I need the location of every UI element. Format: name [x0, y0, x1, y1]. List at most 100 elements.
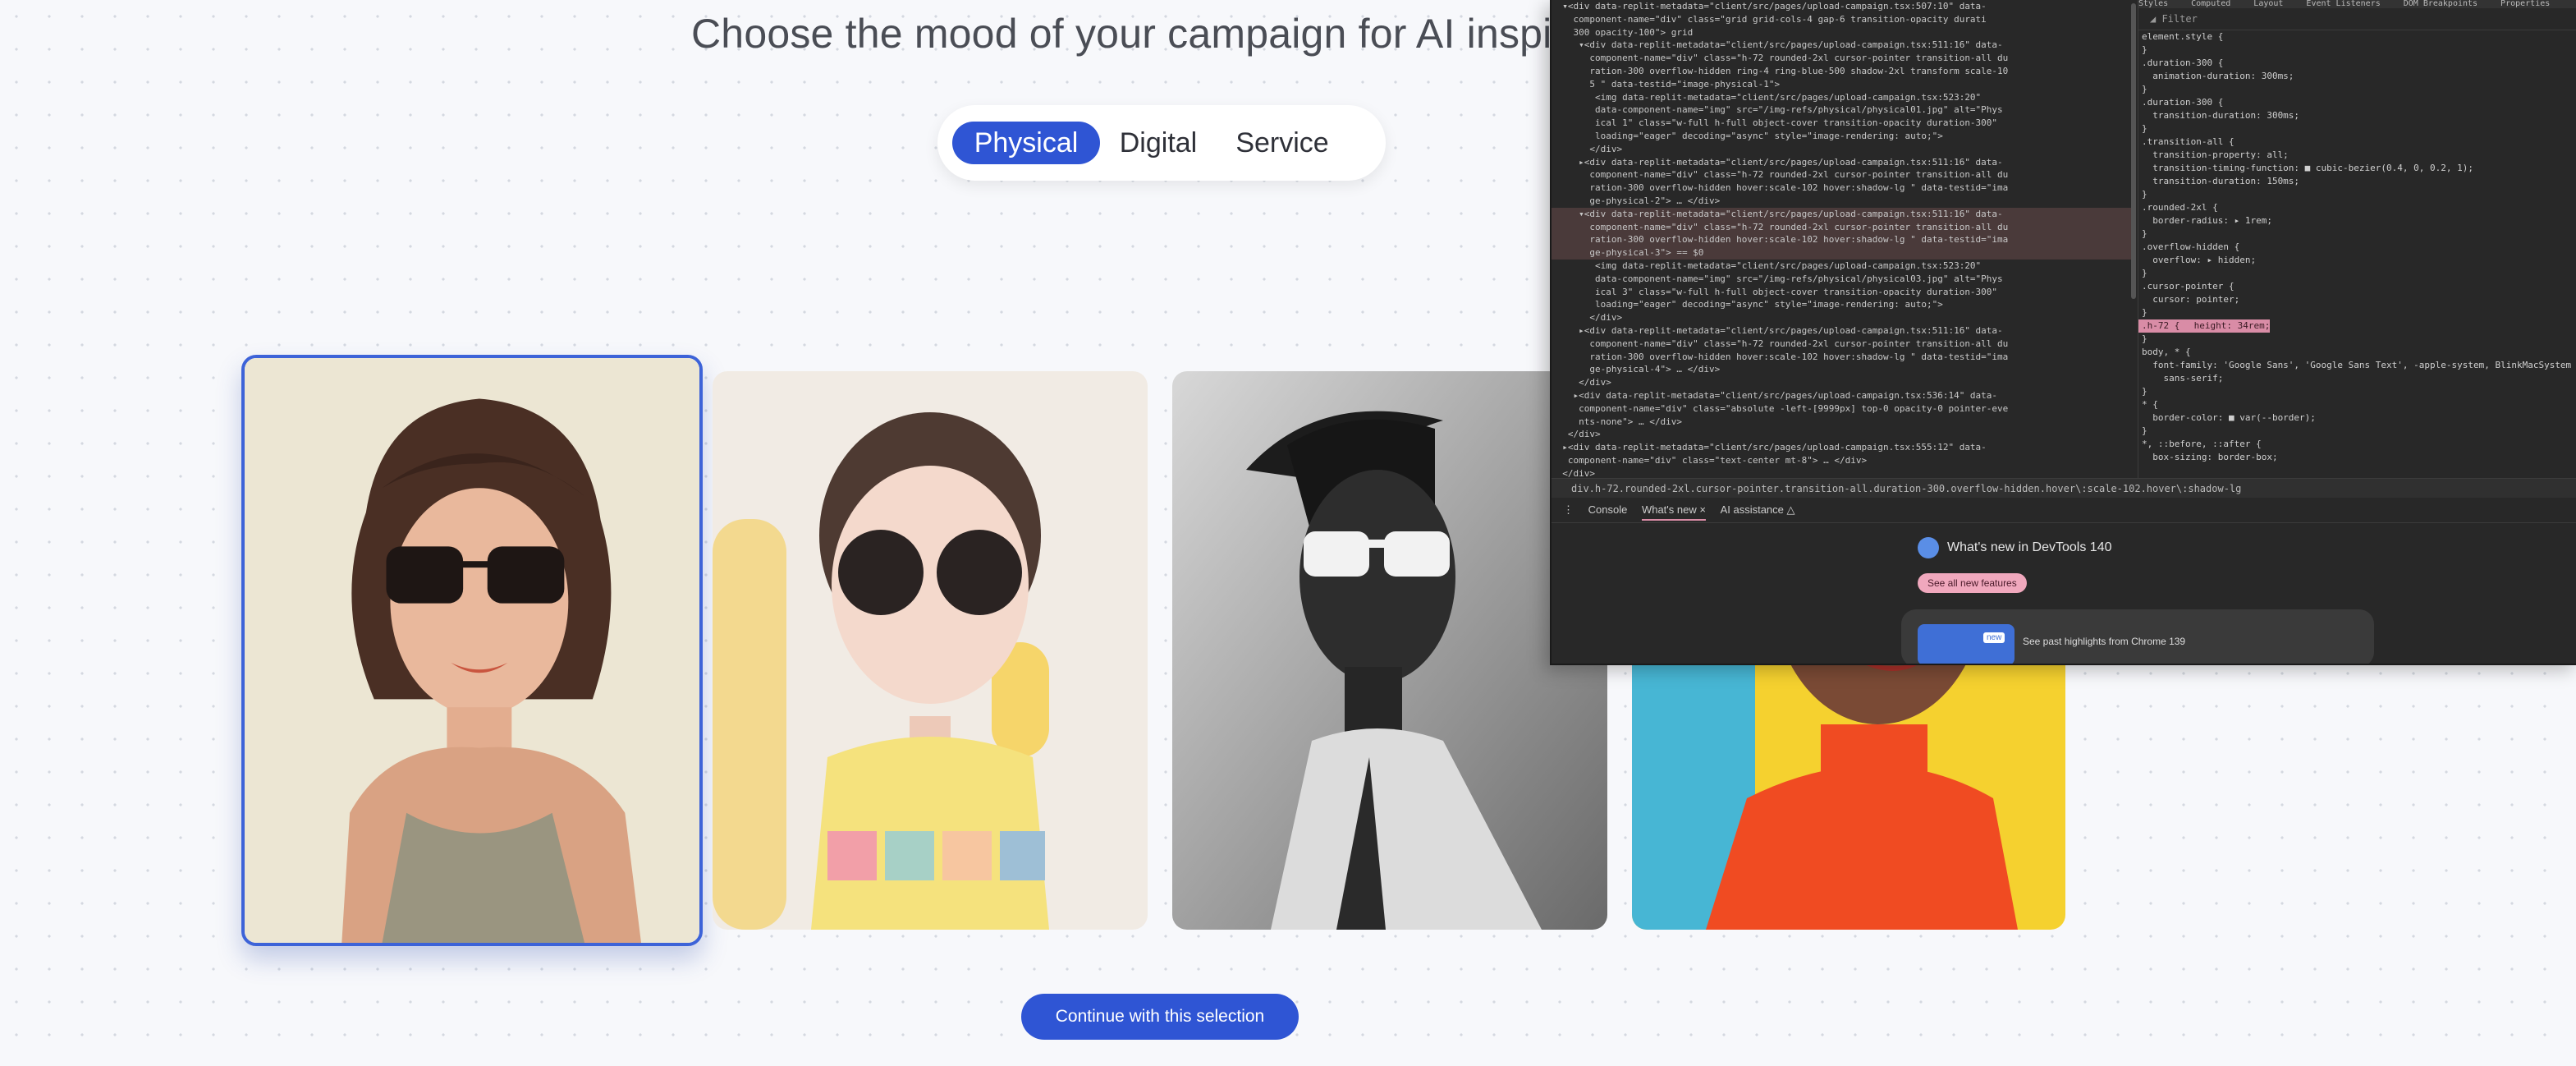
image-card-physical-3[interactable]	[1172, 371, 1607, 930]
css-rule-line[interactable]: element.style {	[2138, 30, 2576, 44]
styles-tab-strip[interactable]: Styles Computed Layout Event Listeners DOM B…	[2138, 0, 2576, 8]
css-rule-line[interactable]: font-family: 'Google Sans', 'Google Sans…	[2138, 359, 2576, 372]
dom-node-line[interactable]: data-component-name="img" src="/img-refs…	[1552, 103, 2136, 117]
dom-breadcrumb[interactable]: div.h-72.rounded-2xl.cursor-pointer.tran…	[1552, 478, 2576, 498]
image-card-physical-2[interactable]	[713, 371, 1148, 930]
css-rule-line[interactable]: .transition-all {	[2138, 136, 2576, 149]
style-rules[interactable]: element.style {} .duration-300 { animatio…	[2138, 30, 2576, 464]
dom-node-line[interactable]: 300 opacity-100"> grid	[1552, 26, 2136, 39]
dom-node-line[interactable]: </div>	[1552, 428, 2136, 441]
tab-digital[interactable]: Digital	[1105, 122, 1212, 164]
dom-node-line[interactable]: ration-300 overflow-hidden ring-4 ring-b…	[1552, 65, 2136, 78]
dom-node-line[interactable]: </div>	[1552, 467, 2136, 478]
dom-node-line[interactable]: ▸<div data-replit-metadata="client/src/p…	[1552, 324, 2136, 338]
css-rule-line[interactable]: border-color: ■ var(--border);	[2138, 411, 2576, 425]
dom-node-line[interactable]: component-name="div" class="grid grid-co…	[1552, 13, 2136, 26]
css-rule-line[interactable]: transition-timing-function: ■ cubic-bezi…	[2138, 162, 2576, 175]
css-rule-line[interactable]: }	[2138, 306, 2576, 319]
dom-node-line[interactable]: loading="eager" decoding="async" style="…	[1552, 298, 2136, 311]
css-rule-line[interactable]: }	[2138, 227, 2576, 241]
styles-filter-input[interactable]: ◢ Filter	[2138, 8, 2576, 30]
tab-whats-new[interactable]: What's new ×	[1641, 503, 1706, 521]
dom-node-line[interactable]: ▸<div data-replit-metadata="client/src/p…	[1552, 156, 2136, 169]
css-rule-line[interactable]: }	[2138, 44, 2576, 57]
css-rule-line[interactable]: transition-duration: 150ms;	[2138, 175, 2576, 188]
styles-subtab[interactable]: Styles	[2138, 0, 2168, 8]
css-rule-line[interactable]: border-radius: ▸ 1rem;	[2138, 214, 2576, 227]
dom-node-line[interactable]: nts-none"> … </div>	[1552, 416, 2136, 429]
tab-physical[interactable]: Physical	[952, 122, 1100, 164]
dom-node-line[interactable]: ration-300 overflow-hidden hover:scale-1…	[1552, 181, 2136, 195]
continue-button[interactable]: Continue with this selection	[1021, 994, 1299, 1040]
css-rule-line[interactable]: .rounded-2xl {	[2138, 201, 2576, 214]
dom-node-line[interactable]: </div>	[1552, 143, 2136, 156]
dom-node-line[interactable]: component-name="div" class="h-72 rounded…	[1552, 220, 2136, 234]
elements-scrollbar[interactable]	[2131, 3, 2136, 299]
dom-node-line[interactable]: component-name="div" class="text-center …	[1552, 454, 2136, 467]
css-rule-line[interactable]: }	[2138, 333, 2576, 346]
dom-node-line[interactable]: ▾<div data-replit-metadata="client/src/p…	[1552, 207, 2136, 221]
dom-node-line[interactable]: 5 " data-testid="image-physical-1">	[1552, 78, 2136, 91]
dom-node-line[interactable]: component-name="div" class="absolute -le…	[1552, 402, 2136, 416]
css-rule-line[interactable]: }	[2138, 83, 2576, 96]
dom-node-line[interactable]: ge-physical-4"> … </div>	[1552, 363, 2136, 376]
css-rule-line[interactable]: .overflow-hidden {	[2138, 241, 2576, 254]
dom-node-line[interactable]: </div>	[1552, 376, 2136, 389]
css-rule-line[interactable]: box-sizing: border-box;	[2138, 451, 2576, 464]
styles-subtab[interactable]: Properties	[2500, 0, 2550, 8]
css-rule-line[interactable]: }	[2138, 122, 2576, 136]
dom-node-line[interactable]: ical 3" class="w-full h-full object-cove…	[1552, 286, 2136, 299]
mood-tabs: Physical Digital Service	[937, 105, 1386, 181]
tab-console[interactable]: Console	[1588, 503, 1628, 516]
dom-node-line[interactable]: ration-300 overflow-hidden hover:scale-1…	[1552, 351, 2136, 364]
dom-node-line[interactable]: ge-physical-3"> == $0	[1552, 246, 2136, 260]
dom-node-line[interactable]: </div>	[1552, 311, 2136, 324]
css-rule-line[interactable]: body, * {	[2138, 346, 2576, 359]
styles-subtab[interactable]: Layout	[2253, 0, 2283, 8]
css-rule-line[interactable]: transition-duration: 300ms;	[2138, 109, 2576, 122]
dom-node-line[interactable]: data-component-name="img" src="/img-refs…	[1552, 273, 2136, 286]
css-rule-line[interactable]: height: 34rem;	[2180, 319, 2271, 333]
dom-node-line[interactable]: ▾<div data-replit-metadata="client/src/p…	[1552, 39, 2136, 52]
highlight-text: See past highlights from Chrome 139	[2023, 636, 2186, 647]
drawer-menu-icon[interactable]: ⋮	[1563, 503, 1574, 516]
see-all-features-button[interactable]: See all new features	[1918, 573, 2027, 593]
styles-subtab[interactable]: Event Listeners	[2306, 0, 2380, 8]
css-rule-line[interactable]: }	[2138, 188, 2576, 201]
dom-node-line[interactable]: loading="eager" decoding="async" style="…	[1552, 130, 2136, 143]
css-rule-line[interactable]: cursor: pointer;	[2138, 293, 2576, 306]
css-rule-line[interactable]: * {	[2138, 398, 2576, 411]
css-rule-line[interactable]: overflow: ▸ hidden;	[2138, 254, 2576, 267]
css-rule-line[interactable]: transition-property: all;	[2138, 149, 2576, 162]
css-rule-line[interactable]: .duration-300 {	[2138, 57, 2576, 70]
css-rule-line[interactable]: }	[2138, 267, 2576, 280]
dom-node-line[interactable]: <img data-replit-metadata="client/src/pa…	[1552, 260, 2136, 273]
css-rule-line[interactable]: .h-72 {	[2138, 319, 2180, 333]
styles-subtab[interactable]: Computed	[2191, 0, 2230, 8]
tab-ai-assistance[interactable]: AI assistance △	[1721, 503, 1795, 516]
dom-node-line[interactable]: <img data-replit-metadata="client/src/pa…	[1552, 91, 2136, 104]
css-rule-line[interactable]: .duration-300 {	[2138, 96, 2576, 109]
dom-node-line[interactable]: component-name="div" class="h-72 rounded…	[1552, 52, 2136, 65]
elements-tree[interactable]: ▾<div data-replit-metadata="client/src/p…	[1552, 0, 2136, 478]
dom-node-line[interactable]: ical 1" class="w-full h-full object-cove…	[1552, 117, 2136, 130]
page-title: Choose the mood of your campaign for AI …	[691, 11, 1589, 57]
image-card-physical-1[interactable]	[241, 355, 703, 946]
dom-node-line[interactable]: component-name="div" class="h-72 rounded…	[1552, 168, 2136, 181]
dom-node-line[interactable]: ration-300 overflow-hidden hover:scale-1…	[1552, 233, 2136, 247]
tab-service[interactable]: Service	[1225, 122, 1340, 164]
css-rule-line[interactable]: .cursor-pointer {	[2138, 280, 2576, 293]
css-rule-line[interactable]: }	[2138, 385, 2576, 398]
css-rule-line[interactable]: }	[2138, 425, 2576, 438]
styles-pane: Styles Computed Layout Event Listeners DOM B…	[2138, 0, 2576, 478]
dom-node-line[interactable]: component-name="div" class="h-72 rounded…	[1552, 338, 2136, 351]
dom-node-line[interactable]: ▸<div data-replit-metadata="client/src/p…	[1552, 441, 2136, 454]
css-rule-line[interactable]: *, ::before, ::after {	[2138, 438, 2576, 451]
dom-node-line[interactable]: ge-physical-2"> … </div>	[1552, 195, 2136, 208]
css-rule-line[interactable]: sans-serif;	[2138, 372, 2576, 385]
css-rule-line[interactable]: animation-duration: 300ms;	[2138, 70, 2576, 83]
styles-subtab[interactable]: DOM Breakpoints	[2404, 0, 2477, 8]
chrome-highlights-card[interactable]: new See past highlights from Chrome 139	[1901, 609, 2374, 664]
dom-node-line[interactable]: ▾<div data-replit-metadata="client/src/p…	[1552, 0, 2136, 13]
dom-node-line[interactable]: ▸<div data-replit-metadata="client/src/p…	[1552, 389, 2136, 402]
